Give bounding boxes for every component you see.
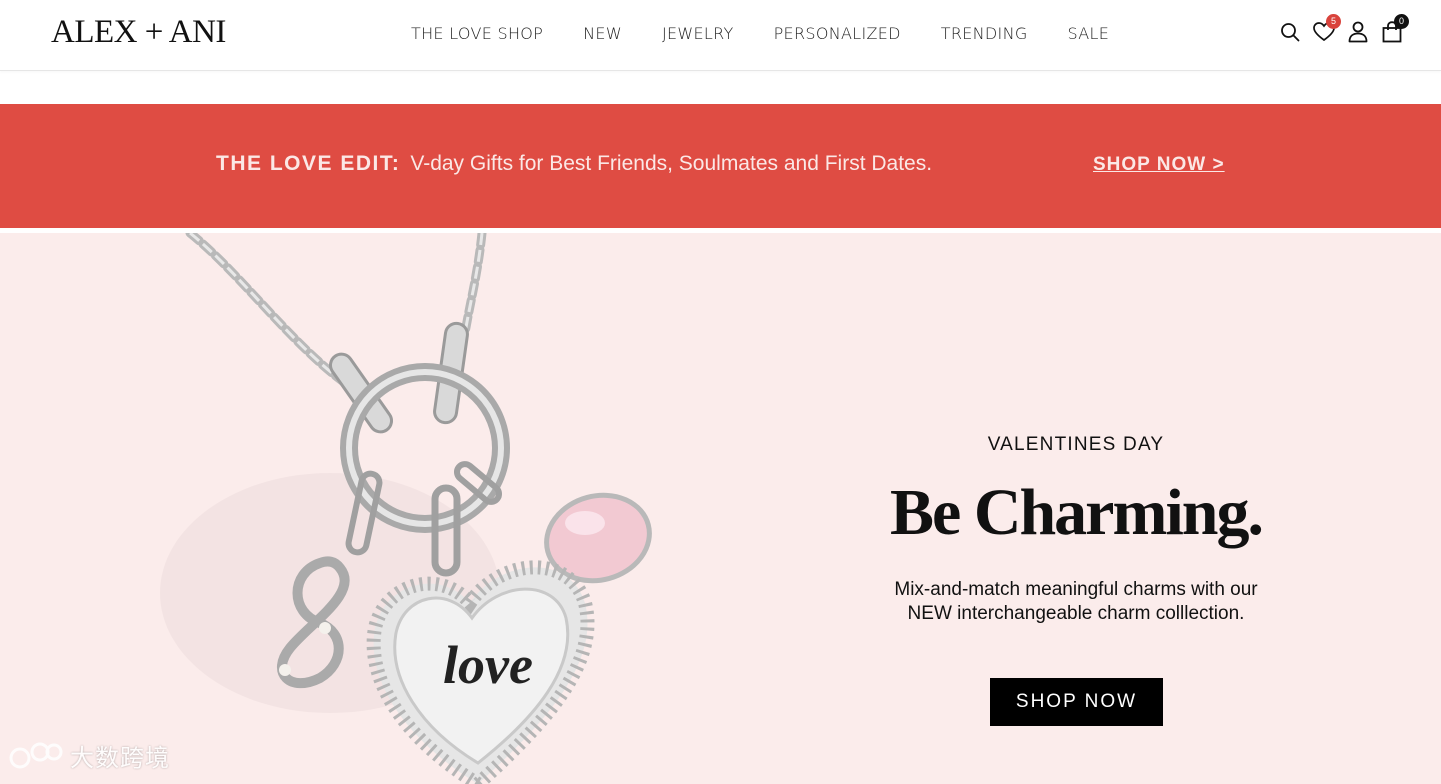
necklace-product-image[interactable]: love bbox=[0, 233, 760, 784]
nav-new[interactable]: NEW bbox=[583, 24, 622, 43]
watermark: 大数跨境 bbox=[8, 738, 170, 773]
promo-shop-now-link[interactable]: SHOP NOW > bbox=[1093, 154, 1225, 176]
hero-subtext: Mix-and-match meaningful charms with our… bbox=[836, 578, 1316, 626]
promo-text: V-day Gifts for Best Friends, Soulmates … bbox=[410, 152, 933, 175]
hero-subtext-line-2: NEW interchangeable charm colllection. bbox=[907, 603, 1245, 624]
hero-section: love VALENTINES DAY Be Charming. Mix-and… bbox=[0, 233, 1441, 784]
nav-the-love-shop[interactable]: THE LOVE SHOP bbox=[411, 24, 543, 43]
search-button[interactable] bbox=[1279, 20, 1301, 44]
user-icon bbox=[1348, 21, 1368, 43]
site-header: ALEX + ANI THE LOVE SHOP NEW JEWELRY PER… bbox=[0, 0, 1441, 71]
nav-personalized[interactable]: PERSONALIZED bbox=[774, 24, 901, 43]
cart-count-badge: 0 bbox=[1394, 14, 1409, 29]
hero-headline: Be Charming. bbox=[890, 476, 1264, 549]
wishlist-count-badge: 5 bbox=[1326, 14, 1341, 29]
heart-engraving: love bbox=[443, 635, 533, 695]
hero-eyebrow: VALENTINES DAY bbox=[987, 434, 1165, 455]
watermark-text: 大数跨境 bbox=[70, 744, 170, 772]
main-nav: THE LOVE SHOP NEW JEWELRY PERSONALIZED T… bbox=[411, 24, 1109, 43]
promo-message: THE LOVE EDIT: V-day Gifts for Best Frien… bbox=[216, 152, 932, 176]
hero-shop-now-button[interactable]: SHOP NOW bbox=[990, 678, 1163, 726]
brand-logo[interactable]: ALEX + ANI bbox=[51, 14, 226, 51]
cart-button[interactable]: 0 bbox=[1381, 14, 1409, 44]
account-button[interactable] bbox=[1347, 20, 1369, 44]
nav-jewelry[interactable]: JEWELRY bbox=[662, 24, 734, 43]
search-icon bbox=[1281, 23, 1300, 42]
hero-subtext-line-1: Mix-and-match meaningful charms with our bbox=[894, 579, 1258, 600]
wishlist-button[interactable]: 5 bbox=[1313, 14, 1341, 44]
watermark-logo-icon bbox=[9, 742, 63, 768]
nav-trending[interactable]: TRENDING bbox=[941, 24, 1028, 43]
promo-title: THE LOVE EDIT: bbox=[216, 152, 401, 175]
nav-sale[interactable]: SALE bbox=[1068, 24, 1110, 43]
header-icons: 5 0 bbox=[1279, 14, 1409, 44]
